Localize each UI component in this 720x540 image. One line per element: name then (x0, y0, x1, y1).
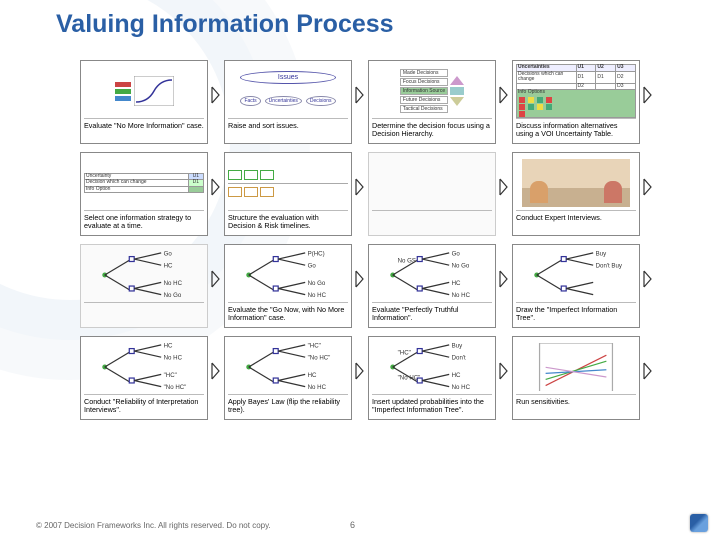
step-illustration (516, 340, 636, 395)
svg-text:Don't: Don't (452, 355, 466, 362)
process-step (368, 152, 496, 236)
svg-text:No HC: No HC (452, 384, 471, 391)
process-step: Go No Go HC No HC No GS Evaluate "Perfectly T… (368, 244, 496, 328)
flow-arrow-icon (498, 152, 512, 222)
brand-logo-icon (690, 514, 708, 532)
step-illustration: P(HC) Go No Go No HC (228, 248, 348, 303)
flow-arrow-icon (642, 244, 656, 314)
svg-text:No GS: No GS (398, 258, 416, 265)
process-step: Go HC No HC No Go (80, 244, 208, 328)
process-step: "HC" "No HC" HC No HC Apply Bayes' Law (flip… (224, 336, 352, 420)
step-illustration: Go No Go HC No HC No GS (372, 248, 492, 303)
svg-text:No HC: No HC (308, 292, 327, 299)
process-step: Made DecisionsFocus DecisionsInformation… (368, 60, 496, 144)
step-illustration (228, 156, 348, 211)
step-caption: Structure the evaluation with Decision &… (228, 214, 348, 232)
svg-text:No Go: No Go (308, 280, 326, 287)
process-step: Buy Don't HC No HC "HC" "No HC" Insert updated… (368, 336, 496, 420)
step-caption: Run sensitivities. (516, 398, 636, 416)
flow-arrow-icon (210, 60, 224, 130)
process-step: P(HC) Go No Go No HC Evaluate the "Go Now, w… (224, 244, 352, 328)
process-grid: Evaluate "No More Information" case. Issu… (80, 60, 696, 428)
svg-text:Go: Go (308, 263, 317, 270)
step-caption: Raise and sort issues. (228, 122, 348, 140)
step-caption: Conduct "Reliability of Interpretation I… (84, 398, 204, 416)
process-step: Evaluate "No More Information" case. (80, 60, 208, 144)
step-illustration: IssuesFactsUncertaintiesDecisions (228, 64, 348, 119)
step-illustration (516, 156, 636, 211)
flow-arrow-icon (210, 152, 224, 222)
svg-text:No HC: No HC (164, 280, 183, 287)
step-caption: Apply Bayes' Law (flip the reliability t… (228, 398, 348, 416)
step-illustration: Go HC No HC No Go (84, 248, 204, 303)
svg-text:No HC: No HC (164, 355, 183, 362)
svg-text:Go: Go (452, 250, 461, 257)
flow-arrow-icon (354, 60, 368, 130)
step-caption: Evaluate "No More Information" case. (84, 122, 204, 140)
process-step: Buy Don't Buy Draw the "Imperfect Informat… (512, 244, 640, 328)
svg-text:No HC: No HC (308, 384, 327, 391)
svg-text:HC: HC (164, 342, 173, 349)
svg-text:P(HC): P(HC) (308, 250, 325, 257)
flow-arrow-icon (642, 152, 656, 222)
flow-arrow-icon (210, 336, 224, 406)
process-step: IssuesFactsUncertaintiesDecisions Raise a… (224, 60, 352, 144)
svg-text:No HC: No HC (452, 292, 471, 299)
svg-text:Don't Buy: Don't Buy (596, 263, 623, 270)
svg-text:"No HC": "No HC" (164, 384, 187, 391)
flow-arrow-icon (210, 244, 224, 314)
step-caption: Determine the decision focus using a Dec… (372, 122, 492, 140)
step-illustration: Buy Don't HC No HC "HC" "No HC" (372, 340, 492, 395)
svg-text:"No HC": "No HC" (398, 374, 421, 381)
step-caption: Evaluate the "Go Now, with No More Infor… (228, 306, 348, 324)
svg-text:"HC": "HC" (308, 342, 321, 349)
step-caption (372, 214, 492, 232)
step-illustration (84, 64, 204, 119)
step-caption: Discuss information alternatives using a… (516, 122, 636, 140)
step-illustration: HC No HC "HC" "No HC" (84, 340, 204, 395)
step-caption: Evaluate "Perfectly Truthful Information… (372, 306, 492, 324)
svg-text:HC: HC (308, 372, 317, 379)
flow-arrow-icon (498, 60, 512, 130)
process-step: UncertaintyU1Decision which can changeD1… (80, 152, 208, 236)
flow-arrow-icon (354, 244, 368, 314)
flow-arrow-icon (498, 336, 512, 406)
step-caption (84, 306, 204, 324)
process-step: Run sensitivities. (512, 336, 640, 420)
flow-arrow-icon (498, 244, 512, 314)
svg-text:"HC": "HC" (164, 372, 177, 379)
flow-arrow-icon (354, 152, 368, 222)
copyright-footer: © 2007 Decision Frameworks Inc. All righ… (36, 521, 271, 530)
svg-text:No Go: No Go (164, 292, 182, 299)
svg-text:"No HC": "No HC" (308, 355, 331, 362)
step-illustration: Made DecisionsFocus DecisionsInformation… (372, 64, 492, 119)
flow-arrow-icon (642, 60, 656, 130)
process-step: HC No HC "HC" "No HC" Conduct "Reliability o… (80, 336, 208, 420)
svg-text:HC: HC (452, 372, 461, 379)
process-step: UncertaintiesU1U2U3Decisions which can c… (512, 60, 640, 144)
svg-text:Buy: Buy (596, 250, 607, 257)
page-number: 6 (350, 520, 355, 530)
step-illustration: UncertaintyU1Decision which can changeD1… (84, 156, 204, 211)
svg-text:Go: Go (164, 250, 173, 257)
slide-title: Valuing Information Process (56, 10, 394, 39)
svg-text:HC: HC (164, 263, 173, 270)
svg-text:No Go: No Go (452, 263, 470, 270)
svg-text:HC: HC (452, 280, 461, 287)
flow-arrow-icon (354, 336, 368, 406)
process-step: Conduct Expert Interviews. (512, 152, 640, 236)
svg-text:"HC": "HC" (398, 350, 411, 357)
step-illustration: Buy Don't Buy (516, 248, 636, 303)
step-caption: Draw the "Imperfect Information Tree". (516, 306, 636, 324)
step-illustration (372, 156, 492, 211)
flow-arrow-icon (642, 336, 656, 406)
step-caption: Insert updated probabilities into the "I… (372, 398, 492, 416)
step-illustration: "HC" "No HC" HC No HC (228, 340, 348, 395)
svg-text:Buy: Buy (452, 342, 463, 349)
step-caption: Select one information strategy to evalu… (84, 214, 204, 232)
step-caption: Conduct Expert Interviews. (516, 214, 636, 232)
process-step: Structure the evaluation with Decision &… (224, 152, 352, 236)
step-illustration: UncertaintiesU1U2U3Decisions which can c… (516, 64, 636, 119)
